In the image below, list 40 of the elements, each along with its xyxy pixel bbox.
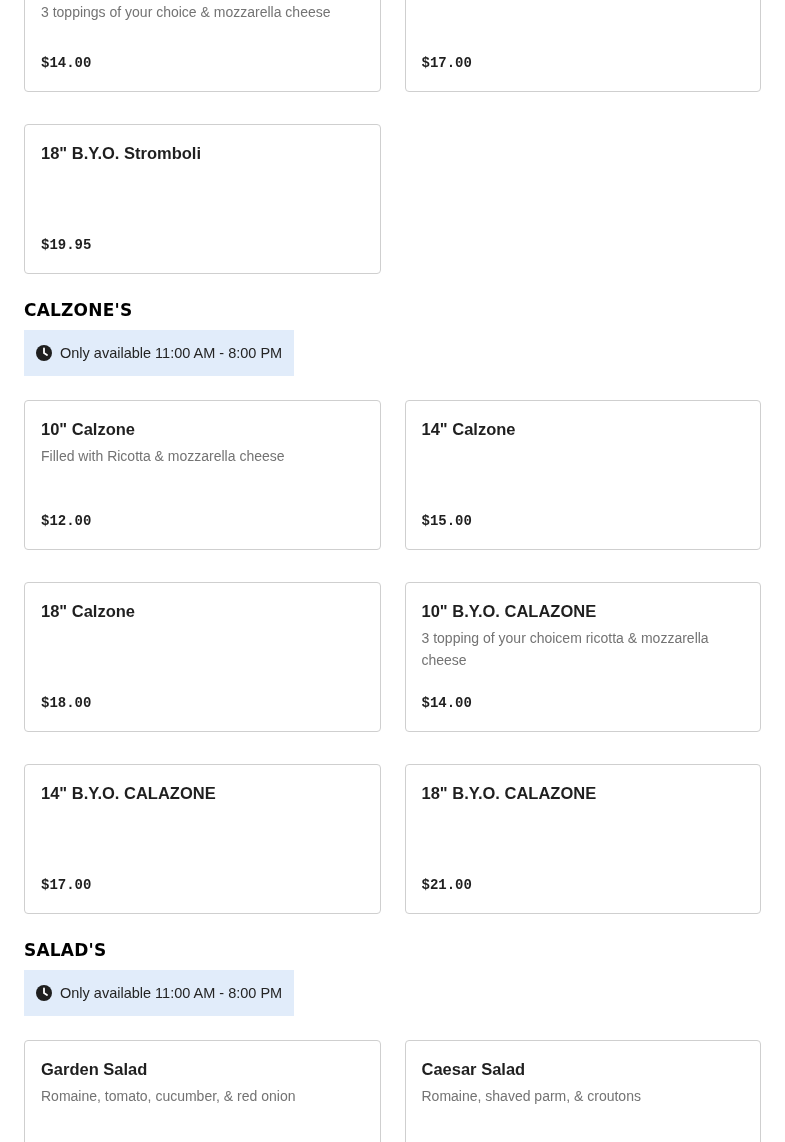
item-price: $18.00 bbox=[41, 694, 93, 713]
item-description: 3 toppings of your choice & mozzarella cheese bbox=[41, 3, 332, 22]
item-name: Garden Salad bbox=[41, 1059, 149, 1080]
item-name: 18" Calzone bbox=[41, 601, 137, 622]
item-description: Romaine, shaved parm, & croutons bbox=[421, 1087, 642, 1106]
menu-item-card[interactable]: 14" B.Y.O. CALAZONE $17.00 bbox=[24, 764, 381, 914]
item-name: Caesar Salad bbox=[421, 1059, 527, 1080]
item-price: $21.00 bbox=[421, 876, 473, 895]
item-name: 10" Calzone bbox=[41, 419, 137, 440]
availability-text: Only available 11:00 AM - 8:00 PM bbox=[60, 985, 283, 1001]
item-description: Romaine, tomato, cucumber, & red onion bbox=[41, 1087, 297, 1106]
item-price: $19.95 bbox=[41, 236, 93, 255]
item-name: 18" B.Y.O. CALAZONE bbox=[421, 783, 598, 804]
item-price: $15.00 bbox=[421, 512, 473, 531]
item-name: 10" B.Y.O. CALAZONE bbox=[421, 601, 598, 622]
item-name: 14" Calzone bbox=[421, 419, 517, 440]
availability-text: Only available 11:00 AM - 8:00 PM bbox=[60, 345, 283, 361]
item-description: 3 topping of your choicem ricotta & mozzarella cheese bbox=[421, 629, 710, 670]
item-price: $14.00 bbox=[41, 54, 93, 73]
menu-item-card[interactable]: 18" Calzone $18.00 bbox=[24, 582, 381, 732]
menu-item-card[interactable]: 18" B.Y.O. Stromboli $19.95 bbox=[24, 124, 381, 274]
menu-item-card[interactable]: 3 toppings of your choice & mozzarella cheese $14.00 bbox=[24, 0, 381, 92]
item-price: $12.00 bbox=[41, 512, 93, 531]
menu-item-card[interactable]: Caesar Salad Romaine, shaved parm, & croutons bbox=[404, 1040, 761, 1142]
menu-item-card[interactable]: 18" B.Y.O. CALAZONE $21.00 bbox=[404, 764, 761, 914]
clock-icon bbox=[36, 345, 52, 361]
menu-item-card[interactable]: 14" Calzone $15.00 bbox=[404, 400, 761, 550]
item-name: 14" B.Y.O. CALAZONE bbox=[41, 783, 217, 804]
item-name: 18" B.Y.O. Stromboli bbox=[41, 143, 203, 164]
clock-icon bbox=[36, 985, 52, 1001]
section-heading: CALZONE'S bbox=[24, 299, 133, 322]
item-price: $17.00 bbox=[421, 54, 473, 73]
item-description: Filled with Ricotta & mozzarella cheese bbox=[41, 447, 286, 466]
menu-item-card[interactable]: 10" B.Y.O. CALAZONE 3 topping of your choicem ricotta & mozzarella cheese $14.00 bbox=[404, 582, 761, 732]
menu-item-card[interactable]: $17.00 bbox=[404, 0, 761, 92]
item-price: $17.00 bbox=[41, 876, 93, 895]
menu-item-card[interactable]: Garden Salad Romaine, tomato, cucumber, & red onion bbox=[24, 1040, 381, 1142]
item-price: $14.00 bbox=[421, 694, 473, 713]
menu-item-card[interactable]: 10" Calzone Filled with Ricotta & mozzarella cheese $12.00 bbox=[24, 400, 381, 550]
section-heading: SALAD'S bbox=[24, 939, 107, 962]
